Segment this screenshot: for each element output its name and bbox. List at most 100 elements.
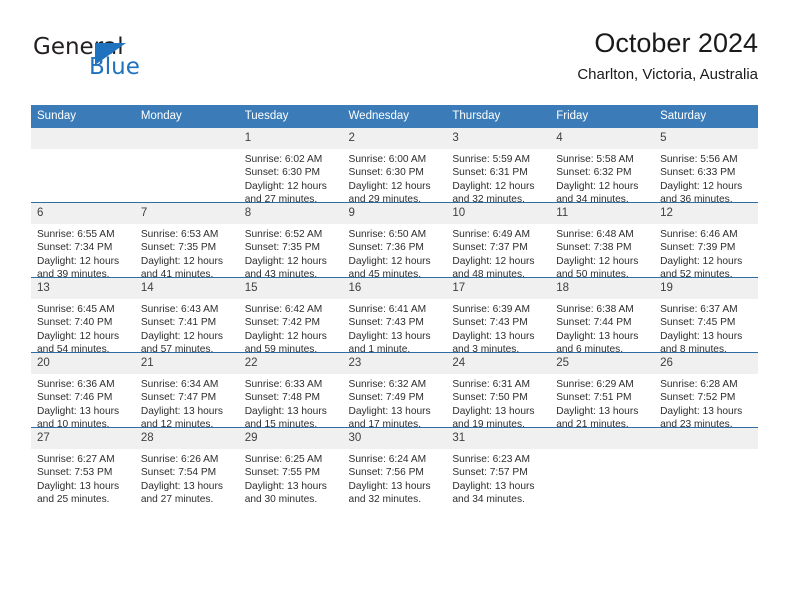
calendar-cell-day[interactable]: 26 Sunrise: 6:28 AM Sunset: 7:52 PM Dayligh… — [654, 352, 758, 430]
day-details: Sunrise: 6:34 AM Sunset: 7:47 PM Daylight:… — [135, 374, 239, 431]
calendar-cell-day[interactable]: 24 Sunrise: 6:31 AM Sunset: 7:50 PM Dayligh… — [446, 352, 551, 430]
day-details: Sunrise: 5:56 AM Sunset: 6:33 PM Daylight:… — [654, 149, 758, 206]
day-number: 22 — [238, 353, 343, 374]
calendar-cell-day[interactable]: 10 Sunrise: 6:49 AM Sunset: 7:37 PM Dayligh… — [446, 202, 551, 280]
calendar-cell-day[interactable]: 8 Sunrise: 6:52 AM Sunset: 7:35 PM Daylight… — [238, 202, 343, 280]
calendar-cell-day[interactable]: 7 Sunrise: 6:53 AM Sunset: 7:35 PM Daylight… — [134, 202, 239, 281]
calendar-cell-empty — [654, 427, 758, 502]
calendar-cell-day[interactable]: 14 Sunrise: 6:43 AM Sunset: 7:41 PM Dayligh… — [134, 277, 239, 356]
sunrise-text: Sunrise: 6:49 AM — [452, 229, 530, 240]
day-number: 15 — [238, 278, 343, 299]
day-number: 27 — [31, 428, 135, 449]
sunset-text: Sunset: 6:30 PM — [348, 167, 424, 179]
calendar-week-row: 6 Sunrise: 6:55 AM Sunset: 7:34 PM Daylight… — [31, 202, 758, 281]
day-details: Sunrise: 6:29 AM Sunset: 7:51 PM Daylight:… — [550, 374, 654, 431]
calendar-cell-day[interactable]: 30 Sunrise: 6:24 AM Sunset: 7:56 PM Dayligh… — [342, 427, 447, 505]
calendar-cell-day[interactable]: 19 Sunrise: 6:37 AM Sunset: 7:45 PM Dayligh… — [654, 277, 758, 355]
calendar-cell-day[interactable]: 1 Sunrise: 6:02 AM Sunset: 6:30 PM Daylight… — [238, 128, 343, 206]
calendar-cell-day[interactable]: 25 Sunrise: 6:29 AM Sunset: 7:51 PM Dayligh… — [550, 352, 655, 430]
calendar-cell-day[interactable]: 3 Sunrise: 5:59 AM Sunset: 6:31 PM Daylight… — [446, 128, 551, 205]
day-number: 19 — [654, 278, 758, 299]
calendar-cell-day[interactable]: 20 Sunrise: 6:36 AM Sunset: 7:46 PM Dayligh… — [31, 352, 135, 430]
calendar-cell-day[interactable]: 15 Sunrise: 6:42 AM Sunset: 7:42 PM Dayligh… — [238, 277, 343, 355]
calendar-week-row: 13 Sunrise: 6:45 AM Sunset: 7:40 PM Dayligh… — [31, 277, 758, 356]
sunset-text: Sunset: 7:37 PM — [452, 242, 528, 254]
calendar-cell-day[interactable]: 6 Sunrise: 6:55 AM Sunset: 7:34 PM Daylight… — [31, 202, 135, 280]
calendar-cell-inner: 15 Sunrise: 6:42 AM Sunset: 7:42 PM Dayligh… — [238, 278, 343, 355]
calendar-cell-inner: 30 Sunrise: 6:24 AM Sunset: 7:56 PM Dayligh… — [342, 428, 447, 505]
day-number: 23 — [342, 353, 447, 374]
day-details: Sunrise: 6:53 AM Sunset: 7:35 PM Daylight:… — [135, 224, 239, 281]
day-number: 8 — [238, 203, 343, 224]
calendar-cell-inner: 18 Sunrise: 6:38 AM Sunset: 7:44 PM Dayligh… — [550, 278, 655, 355]
sunrise-text: Sunrise: 5:56 AM — [660, 154, 738, 165]
sunrise-text: Sunrise: 6:02 AM — [244, 154, 323, 165]
calendar-cell-day[interactable]: 18 Sunrise: 6:38 AM Sunset: 7:44 PM Dayligh… — [550, 277, 655, 355]
calendar-cell-day[interactable]: 2 Sunrise: 6:00 AM Sunset: 6:30 PM Daylight… — [342, 128, 447, 206]
sunrise-text: Sunrise: 6:32 AM — [348, 379, 427, 390]
location-subtitle: Charlton, Victoria, Australia — [577, 66, 758, 83]
day-number: 13 — [31, 278, 135, 299]
page-header: General Blue October 2024 Charlton, Vict… — [0, 0, 792, 100]
sunset-text: Sunset: 7:41 PM — [140, 317, 217, 329]
calendar-cell-inner: 17 Sunrise: 6:39 AM Sunset: 7:43 PM Dayligh… — [446, 278, 551, 355]
calendar-cell-day[interactable]: 22 Sunrise: 6:33 AM Sunset: 7:48 PM Dayligh… — [238, 352, 343, 430]
day-details: Sunrise: 6:31 AM Sunset: 7:50 PM Daylight:… — [446, 374, 550, 431]
calendar-cell-day[interactable]: 31 Sunrise: 6:23 AM Sunset: 7:57 PM Dayligh… — [446, 427, 551, 505]
calendar-cell-day[interactable]: 5 Sunrise: 5:56 AM Sunset: 6:33 PM Daylight… — [654, 128, 758, 205]
calendar-cell-day[interactable]: 29 Sunrise: 6:25 AM Sunset: 7:55 PM Dayligh… — [238, 427, 343, 505]
day-number: 20 — [31, 353, 135, 374]
calendar-cell-inner: 25 Sunrise: 6:29 AM Sunset: 7:51 PM Dayligh… — [550, 353, 655, 430]
day-number — [550, 428, 655, 449]
calendar-cell-day[interactable]: 28 Sunrise: 6:26 AM Sunset: 7:54 PM Dayligh… — [134, 427, 239, 505]
sunrise-text: Sunrise: 6:28 AM — [660, 379, 738, 390]
sunrise-text: Sunrise: 6:43 AM — [140, 304, 219, 315]
sunset-text: Sunset: 6:33 PM — [660, 167, 736, 179]
calendar-cell-inner: 5 Sunrise: 5:56 AM Sunset: 6:33 PM Daylight… — [654, 128, 758, 205]
daylight-text: Daylight: 13 hours and 25 minutes. — [37, 480, 120, 505]
calendar-cell-inner: 12 Sunrise: 6:46 AM Sunset: 7:39 PM Dayligh… — [654, 203, 758, 280]
sunset-text: Sunset: 7:54 PM — [140, 467, 217, 479]
sunrise-text: Sunrise: 6:55 AM — [37, 229, 115, 240]
calendar-cell-inner: 13 Sunrise: 6:45 AM Sunset: 7:40 PM Dayligh… — [31, 278, 135, 355]
day-number: 12 — [654, 203, 758, 224]
sunrise-text: Sunrise: 6:29 AM — [556, 379, 634, 390]
calendar-cell-day[interactable]: 13 Sunrise: 6:45 AM Sunset: 7:40 PM Dayligh… — [31, 277, 135, 355]
calendar-cell-day[interactable]: 21 Sunrise: 6:34 AM Sunset: 7:47 PM Dayligh… — [134, 352, 239, 430]
calendar-cell-inner: 22 Sunrise: 6:33 AM Sunset: 7:48 PM Dayligh… — [238, 353, 343, 430]
calendar-cell-day[interactable]: 9 Sunrise: 6:50 AM Sunset: 7:36 PM Daylight… — [342, 202, 447, 280]
calendar-cell-day[interactable]: 11 Sunrise: 6:48 AM Sunset: 7:38 PM Dayligh… — [550, 202, 655, 280]
calendar-page: General Blue October 2024 Charlton, Vict… — [0, 0, 792, 612]
calendar-cell-inner — [654, 428, 758, 502]
calendar-cell-empty — [550, 427, 655, 502]
calendar-cell-day[interactable]: 27 Sunrise: 6:27 AM Sunset: 7:53 PM Dayligh… — [31, 427, 135, 505]
calendar-cell-empty — [134, 128, 239, 203]
day-details: Sunrise: 6:02 AM Sunset: 6:30 PM Daylight:… — [239, 149, 343, 206]
brand-logo[interactable]: General Blue — [33, 34, 223, 82]
day-details: Sunrise: 6:00 AM Sunset: 6:30 PM Daylight:… — [343, 149, 447, 206]
day-details: Sunrise: 6:43 AM Sunset: 7:41 PM Daylight:… — [135, 299, 239, 356]
day-number: 1 — [238, 128, 343, 149]
calendar-cell-day[interactable]: 16 Sunrise: 6:41 AM Sunset: 7:43 PM Dayligh… — [342, 277, 447, 355]
sunset-text: Sunset: 7:46 PM — [37, 392, 113, 404]
calendar-cell-inner: 24 Sunrise: 6:31 AM Sunset: 7:50 PM Dayligh… — [446, 353, 551, 430]
calendar-cell-inner — [31, 128, 135, 202]
calendar-cell-day[interactable]: 12 Sunrise: 6:46 AM Sunset: 7:39 PM Dayligh… — [654, 202, 758, 280]
sunrise-text: Sunrise: 6:53 AM — [140, 229, 219, 240]
sunset-text: Sunset: 7:40 PM — [37, 317, 113, 329]
day-number: 17 — [446, 278, 551, 299]
day-number: 10 — [446, 203, 551, 224]
calendar-cell-inner: 16 Sunrise: 6:41 AM Sunset: 7:43 PM Dayligh… — [342, 278, 447, 355]
calendar-cell-day[interactable]: 23 Sunrise: 6:32 AM Sunset: 7:49 PM Dayligh… — [342, 352, 447, 430]
calendar-cell-inner: 21 Sunrise: 6:34 AM Sunset: 7:47 PM Dayligh… — [134, 353, 239, 430]
calendar-cell-day[interactable]: 4 Sunrise: 5:58 AM Sunset: 6:32 PM Daylight… — [550, 128, 655, 205]
calendar-cell-day[interactable]: 17 Sunrise: 6:39 AM Sunset: 7:43 PM Dayligh… — [446, 277, 551, 355]
weekday-header-saturday: Saturday — [654, 105, 758, 128]
sunset-text: Sunset: 6:31 PM — [452, 167, 528, 179]
calendar-cell-inner: 27 Sunrise: 6:27 AM Sunset: 7:53 PM Dayligh… — [31, 428, 135, 505]
calendar-cell-inner: 26 Sunrise: 6:28 AM Sunset: 7:52 PM Dayligh… — [654, 353, 758, 430]
page-title: October 2024 — [594, 28, 758, 58]
sunrise-text: Sunrise: 6:31 AM — [452, 379, 530, 390]
calendar-cell-inner: 11 Sunrise: 6:48 AM Sunset: 7:38 PM Dayligh… — [550, 203, 655, 280]
sunset-text: Sunset: 7:50 PM — [452, 392, 528, 404]
